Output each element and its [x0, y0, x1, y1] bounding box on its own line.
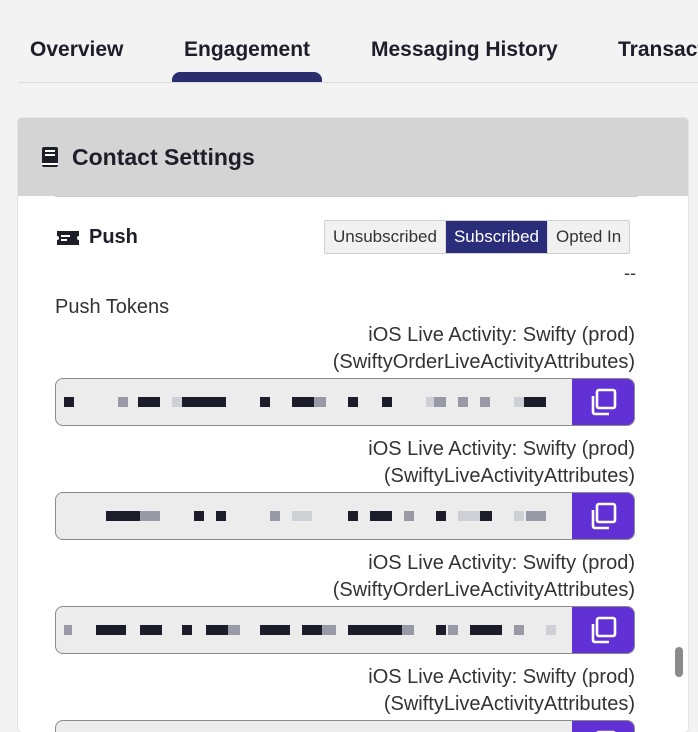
tab-overview[interactable]: Overview	[30, 38, 123, 62]
card-header: Contact Settings	[18, 118, 688, 196]
push-section: Push	[55, 226, 138, 249]
push-status-value: --	[624, 263, 636, 283]
opted-in-option[interactable]: Opted In	[548, 221, 630, 253]
token-field	[55, 720, 635, 732]
push-subscription-toggle: Unsubscribed Subscribed Opted In	[324, 220, 631, 254]
token-item: iOS Live Activity: Swifty (prod) (Swifty…	[55, 436, 635, 540]
token-value[interactable]	[56, 607, 572, 653]
token-field	[55, 492, 635, 540]
copy-button[interactable]	[572, 607, 634, 653]
tab-transactions[interactable]: Transact	[618, 38, 698, 62]
divider	[55, 196, 638, 197]
token-label: iOS Live Activity: Swifty (prod) (Swifty…	[55, 550, 635, 604]
token-label-line2: (SwiftyOrderLiveActivityAttributes)	[332, 579, 635, 601]
copy-button[interactable]	[572, 493, 634, 539]
push-label: Push	[89, 226, 138, 248]
token-label-line1: iOS Live Activity: Swifty (prod)	[368, 438, 635, 460]
push-ticket-icon	[57, 230, 79, 245]
token-label-line2: (SwiftyLiveActivityAttributes)	[383, 465, 635, 487]
unsubscribed-option[interactable]: Unsubscribed	[325, 221, 446, 253]
token-value[interactable]	[56, 493, 572, 539]
token-label-line1: iOS Live Activity: Swifty (prod)	[368, 666, 635, 688]
token-item: iOS Live Activity: Swifty (prod) (Swifty…	[55, 550, 635, 654]
token-value[interactable]	[56, 379, 572, 425]
token-label: iOS Live Activity: Swifty (prod) (Swifty…	[55, 664, 635, 718]
token-item: iOS Live Activity: Swifty (prod) (Swifty…	[55, 322, 635, 426]
tab-messaging-history[interactable]: Messaging History	[371, 38, 558, 62]
token-label-line2: (SwiftyLiveActivityAttributes)	[383, 693, 635, 715]
copy-icon	[591, 502, 617, 530]
copy-button[interactable]	[572, 379, 634, 425]
token-item: iOS Live Activity: Swifty (prod) (Swifty…	[55, 664, 635, 732]
token-label-line1: iOS Live Activity: Swifty (prod)	[368, 552, 635, 574]
card-title: Contact Settings	[72, 143, 255, 170]
contact-settings-card: Contact Settings Push Unsubscribed Subsc…	[18, 118, 688, 732]
token-label-line2: (SwiftyOrderLiveActivityAttributes)	[332, 351, 635, 373]
tab-engagement[interactable]: Engagement	[171, 38, 323, 82]
subscribed-option[interactable]: Subscribed	[445, 221, 549, 253]
token-label: iOS Live Activity: Swifty (prod) (Swifty…	[55, 322, 635, 376]
scrollbar-thumb[interactable]	[675, 647, 683, 677]
copy-button[interactable]	[572, 721, 634, 732]
book-icon	[42, 147, 58, 167]
copy-icon	[591, 616, 617, 644]
token-label: iOS Live Activity: Swifty (prod) (Swifty…	[55, 436, 635, 490]
token-value[interactable]	[56, 721, 572, 732]
token-field	[55, 378, 635, 426]
token-label-line1: iOS Live Activity: Swifty (prod)	[368, 324, 635, 346]
push-tokens-title: Push Tokens	[55, 296, 170, 318]
token-field	[55, 606, 635, 654]
copy-icon	[591, 388, 617, 416]
tab-bar: Overview Engagement Messaging History Tr…	[18, 0, 698, 83]
